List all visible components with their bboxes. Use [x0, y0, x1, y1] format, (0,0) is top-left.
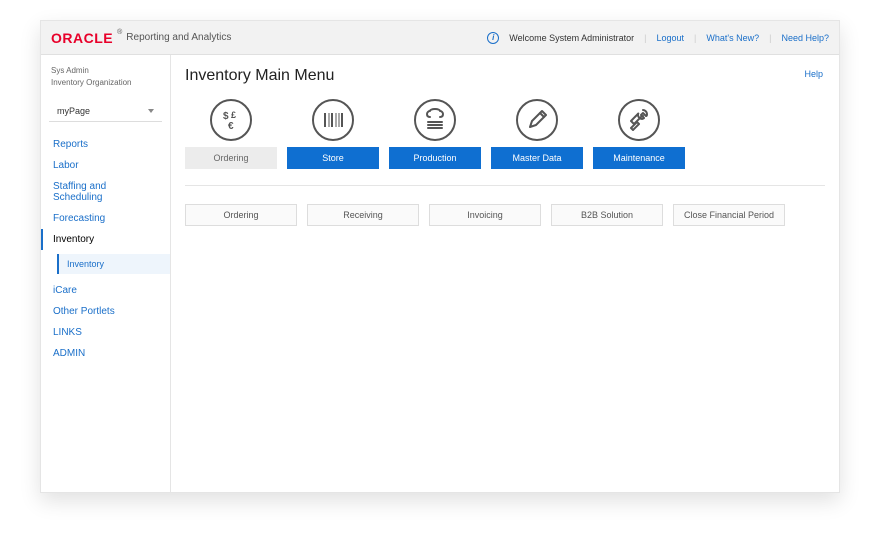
action-button-receiving[interactable]: Receiving [307, 204, 419, 226]
tile-button-production[interactable]: Production [389, 147, 481, 169]
tile-store: Store [287, 99, 379, 169]
sidebar-item-icare[interactable]: iCare [41, 280, 170, 301]
sidebar-nav: ReportsLaborStaffing and SchedulingForec… [41, 134, 170, 364]
pencil-icon [516, 99, 558, 141]
tile-production: Production [389, 99, 481, 169]
context-user: Sys Admin [51, 65, 160, 77]
wrench-icon [618, 99, 660, 141]
action-button-b2b-solution[interactable]: B2B Solution [551, 204, 663, 226]
svg-text:£: £ [231, 110, 236, 120]
welcome-text: Welcome System Administrator [509, 33, 634, 43]
brand-logo: ORACLE [51, 30, 113, 46]
whats-new-link[interactable]: What's New? [706, 33, 759, 43]
action-row: Ordering Receiving Invoicing B2B Solution Cl… [185, 204, 825, 226]
action-button-invoicing[interactable]: Invoicing [429, 204, 541, 226]
sidebar-subitem-inventory[interactable]: Inventory [57, 254, 170, 274]
product-name: Reporting and Analytics [126, 32, 231, 43]
mypage-dropdown-label: myPage [57, 106, 90, 116]
sidebar-item-staffing-and-scheduling[interactable]: Staffing and Scheduling [41, 176, 170, 208]
sidebar-item-inventory[interactable]: Inventory [41, 229, 170, 250]
mypage-dropdown[interactable]: myPage [49, 101, 162, 122]
need-help-link[interactable]: Need Help? [781, 33, 829, 43]
sidebar-item-links[interactable]: LINKS [41, 322, 170, 343]
sidebar-item-labor[interactable]: Labor [41, 155, 170, 176]
tile-row: $£€ Ordering Store Production Master Data Mai… [185, 95, 825, 186]
sidebar-item-forecasting[interactable]: Forecasting [41, 208, 170, 229]
context-org: Inventory Organization [51, 77, 160, 89]
sidebar-item-reports[interactable]: Reports [41, 134, 170, 155]
currency-icon: $£€ [210, 99, 252, 141]
barcode-icon [312, 99, 354, 141]
header-bar: ORACLE ® Reporting and Analytics i Welco… [41, 21, 839, 55]
app-window: ORACLE ® Reporting and Analytics i Welco… [40, 20, 840, 493]
info-icon[interactable]: i [487, 32, 499, 44]
help-link[interactable]: Help [804, 69, 823, 79]
action-button-close-financial-period[interactable]: Close Financial Period [673, 204, 785, 226]
registered-mark: ® [117, 29, 122, 36]
tile-button-store[interactable]: Store [287, 147, 379, 169]
tile-button-ordering[interactable]: Ordering [185, 147, 277, 169]
main-content: Inventory Main Menu Help $£€ Ordering Stor… [171, 55, 839, 492]
svg-text:€: € [228, 121, 234, 132]
page-title: Inventory Main Menu [185, 67, 825, 85]
tile-button-master-data[interactable]: Master Data [491, 147, 583, 169]
chevron-down-icon [148, 109, 154, 113]
tile-maintenance: Maintenance [593, 99, 685, 169]
logout-link[interactable]: Logout [657, 33, 685, 43]
tile-master-data: Master Data [491, 99, 583, 169]
tile-button-maintenance[interactable]: Maintenance [593, 147, 685, 169]
action-button-ordering[interactable]: Ordering [185, 204, 297, 226]
sidebar-item-other-portlets[interactable]: Other Portlets [41, 301, 170, 322]
chef-icon [414, 99, 456, 141]
tile-ordering: $£€ Ordering [185, 99, 277, 169]
sidebar: Sys Admin Inventory Organization myPage … [41, 55, 171, 492]
sidebar-item-admin[interactable]: ADMIN [41, 343, 170, 364]
